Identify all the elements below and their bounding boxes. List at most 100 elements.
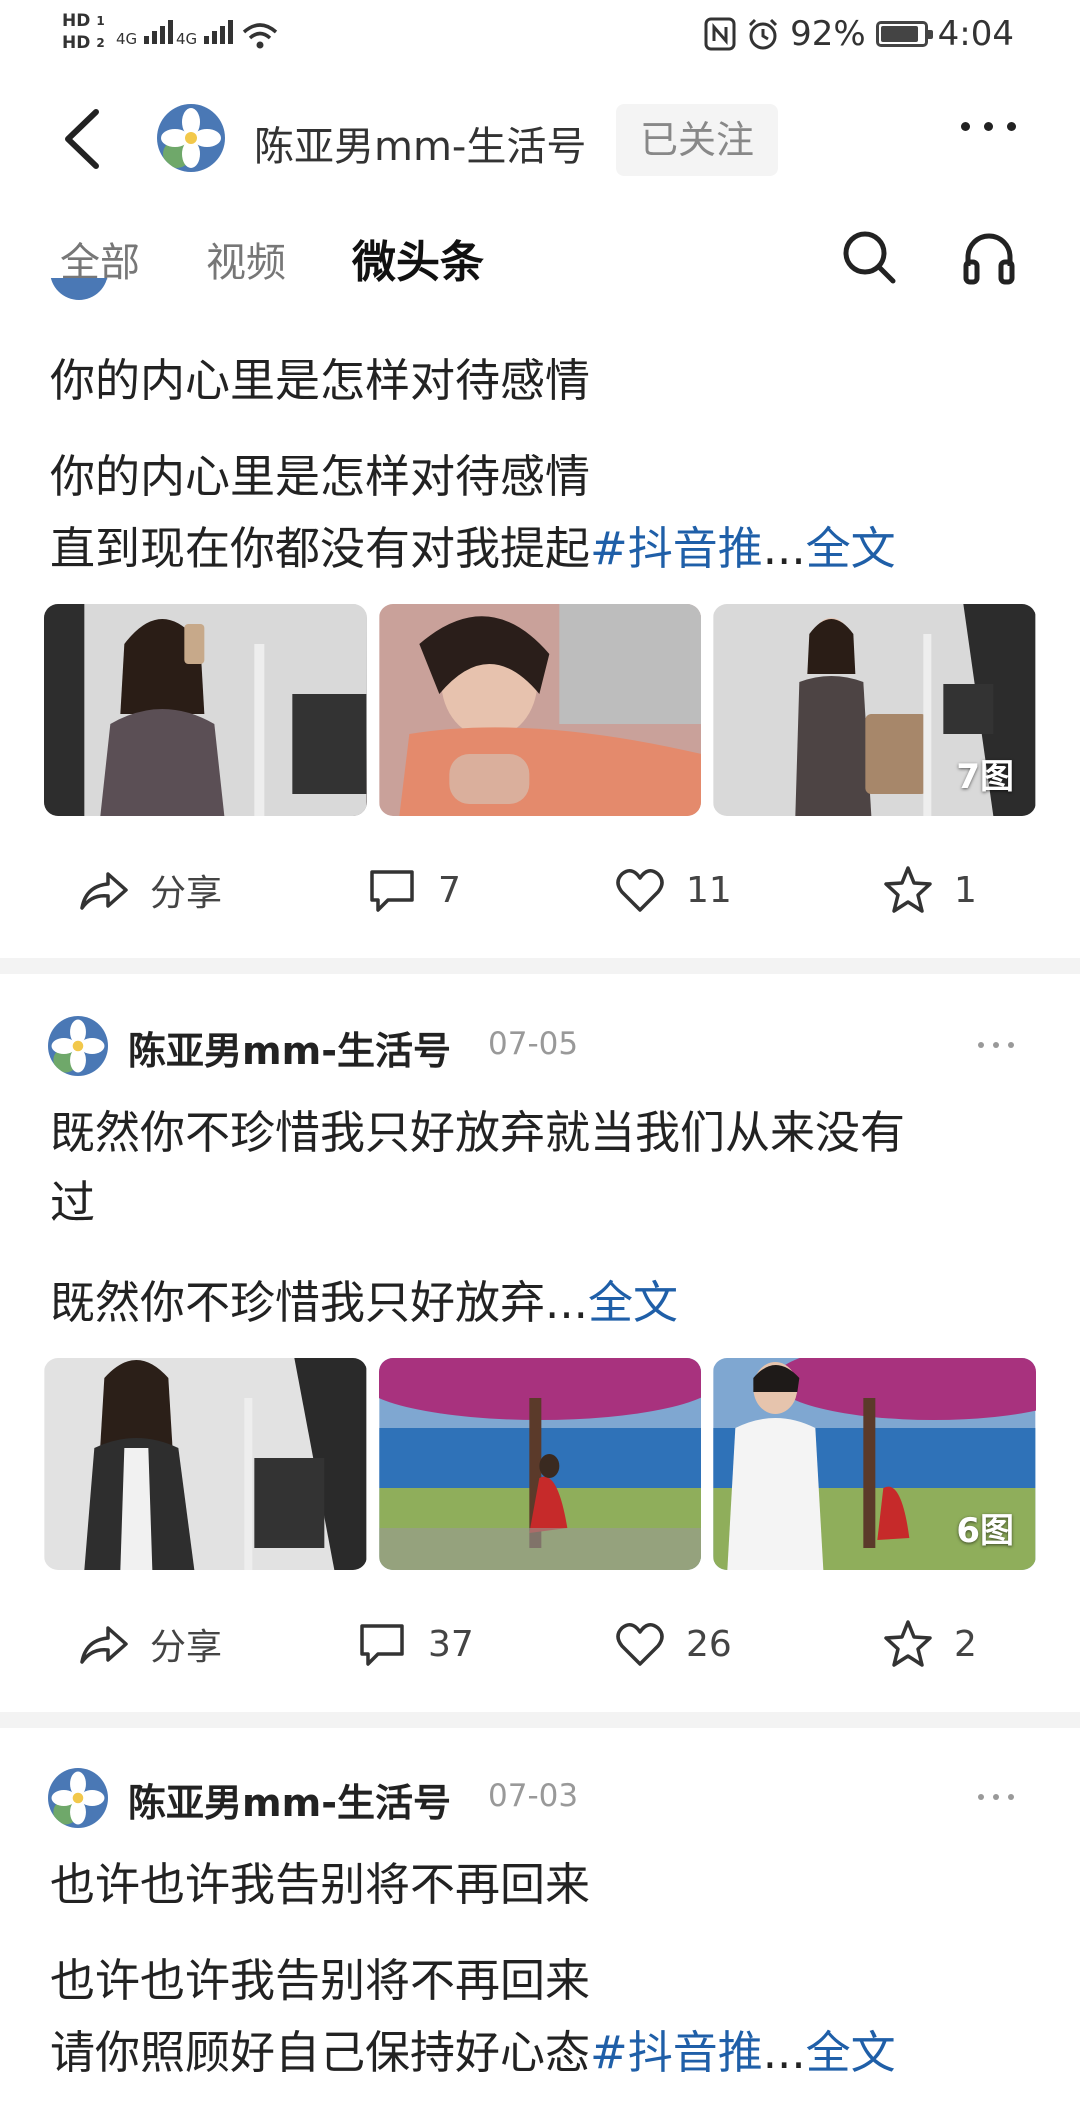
heart-icon xyxy=(616,869,664,912)
star-icon xyxy=(884,1620,932,1667)
hashtag-link[interactable]: #抖音推 xyxy=(590,522,763,575)
share-label: 分享 xyxy=(150,873,223,914)
signal-1: 4G xyxy=(116,18,173,48)
alarm-icon xyxy=(749,18,778,50)
wifi-icon xyxy=(242,23,278,49)
post-body-line: 直到现在你都没有对我提起#抖音推...全文 xyxy=(50,514,896,584)
share-icon xyxy=(80,872,128,910)
post-image[interactable] xyxy=(44,1358,367,1570)
post-header: 陈亚男mm-生活号 07-03 xyxy=(0,1764,1080,1834)
woman-selfie-image xyxy=(44,604,367,816)
woman-vest-image xyxy=(44,1358,367,1570)
clock: 4:04 xyxy=(937,14,1014,54)
comment-button[interactable]: 37 xyxy=(356,1618,474,1670)
favorite-button[interactable]: 2 xyxy=(882,1618,977,1670)
comment-icon xyxy=(360,1624,404,1666)
post-date: 07-03 xyxy=(488,1778,579,1814)
post-image[interactable]: 7图 xyxy=(713,604,1036,816)
profile-header: 陈亚男mm-生活号 已关注 xyxy=(0,82,1080,202)
post-body-line: 请你照顾好自己保持好心态#抖音推...全文 xyxy=(50,2018,896,2088)
favorite-count: 1 xyxy=(954,869,977,911)
share-button[interactable]: 分享 xyxy=(78,864,222,916)
comment-count: 7 xyxy=(438,869,461,911)
more-icon[interactable] xyxy=(978,1042,1014,1048)
avatar xyxy=(50,278,108,300)
heart-icon xyxy=(616,1623,664,1666)
post-body-text: 既然你不珍惜我只好放弃 xyxy=(50,1276,546,1329)
status-right: 92% 4:04 xyxy=(704,14,1014,54)
full-text-link[interactable]: 全文 xyxy=(588,1276,678,1329)
back-arrow-icon[interactable] xyxy=(50,104,120,174)
image-grid: 6图 xyxy=(44,1358,1037,1570)
author-name[interactable]: 陈亚男mm-生活号 xyxy=(128,1020,451,1075)
post-body-line: 也许也许我告别将不再回来 xyxy=(50,1954,591,2007)
post-image[interactable] xyxy=(378,1358,702,1570)
battery-fill xyxy=(880,26,918,42)
nfc-icon xyxy=(704,17,736,51)
flower-avatar-icon xyxy=(48,1016,108,1076)
like-count: 26 xyxy=(686,1623,732,1665)
post-title[interactable]: 过 xyxy=(50,1168,95,1238)
image-count-badge: 6图 xyxy=(956,1511,1015,1551)
post-body-text: 直到现在你都没有对我提起 xyxy=(50,522,591,575)
post-date: 07-05 xyxy=(488,1026,579,1062)
post-body-line: 你的内心里是怎样对待感情 xyxy=(50,450,591,503)
hd-label-1: HD xyxy=(62,11,91,31)
post-body-text: 请你照顾好自己保持好心态 xyxy=(50,2026,591,2079)
post-header: 陈亚男mm-生活号 07-05 xyxy=(0,1012,1080,1082)
more-icon[interactable] xyxy=(961,122,1016,131)
ellipsis: ... xyxy=(545,1276,588,1329)
share-button[interactable]: 分享 xyxy=(78,1618,222,1670)
hd-index-2: 2 xyxy=(96,36,105,50)
ellipsis: ... xyxy=(762,2026,806,2079)
status-bar: HD 1 HD 2 4G 4G 92% 4:04 xyxy=(0,0,1080,72)
share-label: 分享 xyxy=(150,1627,223,1668)
image-grid: 7图 xyxy=(44,604,1036,816)
post-image[interactable] xyxy=(379,604,702,816)
more-icon[interactable] xyxy=(978,1794,1014,1800)
profile-title: 陈亚男mm-生活号 xyxy=(254,124,587,170)
comment-button[interactable]: 7 xyxy=(366,864,461,916)
battery-icon xyxy=(875,21,933,47)
ellipsis: ... xyxy=(762,522,806,575)
hd-label-2: HD xyxy=(62,33,91,53)
full-text-link[interactable]: 全文 xyxy=(806,522,896,575)
post-body-line: 既然你不珍惜我只好放弃...全文 xyxy=(50,1268,678,1338)
network-type-2: 4G xyxy=(176,30,198,48)
sim-indicators: HD 1 HD 2 xyxy=(62,10,105,54)
flower-avatar-icon xyxy=(157,104,225,172)
divider xyxy=(0,1712,1080,1728)
flower-avatar-icon xyxy=(48,1768,108,1828)
post-image[interactable]: 6图 xyxy=(713,1358,1037,1570)
battery-percent: 92% xyxy=(790,14,866,54)
comment-count: 37 xyxy=(428,1623,474,1665)
post-title[interactable]: 既然你不珍惜我只好放弃就当我们从来没有 xyxy=(50,1098,905,1168)
avatar[interactable] xyxy=(157,104,225,172)
woman-closeup-image xyxy=(379,604,702,816)
avatar[interactable] xyxy=(48,1016,108,1076)
favorite-button[interactable]: 1 xyxy=(882,864,977,916)
like-button[interactable]: 26 xyxy=(614,1618,732,1670)
like-button[interactable]: 11 xyxy=(614,864,732,916)
hashtag-link[interactable]: #抖音推 xyxy=(590,2026,763,2079)
signal-bars-icon xyxy=(203,18,233,44)
follow-button[interactable]: 已关注 xyxy=(616,104,778,176)
share-icon xyxy=(80,1626,128,1664)
post-image[interactable] xyxy=(44,604,367,816)
post-1-header-clipped xyxy=(0,278,1080,308)
post-title[interactable]: 你的内心里是怎样对待感情 xyxy=(50,346,590,416)
favorite-count: 2 xyxy=(954,1623,977,1665)
signal-2: 4G xyxy=(176,18,233,48)
post-actions: 分享 7 11 1 xyxy=(0,846,1080,926)
full-text-link[interactable]: 全文 xyxy=(806,2026,896,2079)
image-count-badge: 7图 xyxy=(956,757,1015,797)
hd-index-1: 1 xyxy=(96,14,105,28)
signal-bars-icon xyxy=(143,18,173,44)
like-count: 11 xyxy=(686,869,732,911)
avatar[interactable] xyxy=(48,1768,108,1828)
post-title[interactable]: 也许也许我告别将不再回来 xyxy=(50,1850,590,1920)
author-name[interactable]: 陈亚男mm-生活号 xyxy=(128,1772,451,1827)
comment-icon xyxy=(370,870,414,912)
network-type-1: 4G xyxy=(116,30,138,48)
post-actions: 分享 37 26 2 xyxy=(0,1600,1080,1680)
